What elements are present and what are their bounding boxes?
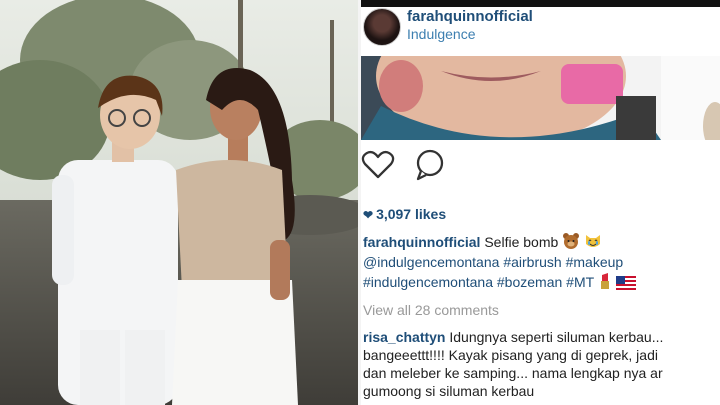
comment-text-4: gumoong si siluman kerbau <box>363 383 535 399</box>
comment-text-2: bangeeettt!!!! Kayak pisang yang di gepr… <box>363 347 658 363</box>
post-location[interactable]: Indulgence <box>407 26 476 42</box>
avatar[interactable] <box>363 8 401 46</box>
view-all-comments[interactable]: View all 28 comments <box>363 302 499 318</box>
lipstick-emoji <box>600 273 609 289</box>
likes-text: 3,097 likes <box>376 206 447 222</box>
instagram-post: farahquinnofficial Indulgence ❤ 3,097 li… <box>361 0 720 405</box>
caption-username[interactable]: farahquinnofficial <box>363 234 480 250</box>
hashtag-airbrush[interactable]: #airbrush <box>503 254 561 270</box>
comment-text-3: dan meleber ke samping... nama lengkap n… <box>363 365 663 381</box>
cat-emoji <box>586 235 601 247</box>
action-bar <box>361 148 720 182</box>
heart-filled-icon: ❤ <box>363 208 374 222</box>
post-username[interactable]: farahquinnofficial <box>407 8 533 25</box>
caption-text: Selfie bomb <box>480 234 563 250</box>
comment-button[interactable] <box>413 148 447 182</box>
comment: risa_chattyn Idungnya seperti siluman ke… <box>363 328 720 400</box>
likes-count[interactable]: ❤ 3,097 likes <box>363 206 446 222</box>
bear-emoji <box>563 233 580 249</box>
post-photo-left <box>0 0 358 405</box>
comment-line-1: risa_chattyn Idungnya seperti siluman ke… <box>363 328 720 346</box>
comment-icon <box>416 149 444 181</box>
post-image[interactable] <box>361 56 720 140</box>
us-flag-emoji <box>615 276 636 290</box>
hashtag-makeup[interactable]: #makeup <box>566 254 624 270</box>
hashtag-bozeman[interactable]: #bozeman <box>497 274 562 290</box>
comment-username[interactable]: risa_chattyn <box>363 329 445 345</box>
caption: farahquinnofficial Selfie bomb @indulgen… <box>363 232 719 292</box>
hashtag-indulgencemontana[interactable]: #indulgencemontana <box>363 274 493 290</box>
hashtag-mt[interactable]: #MT <box>566 274 594 290</box>
beach-scene <box>0 0 358 405</box>
top-bar <box>361 0 720 7</box>
heart-outline-icon <box>361 150 395 179</box>
comment-text-1: Idungnya seperti siluman kerbau... <box>445 329 664 345</box>
hashtag-mention[interactable]: @indulgencemontana <box>363 254 499 270</box>
selfie-crop <box>361 56 720 140</box>
like-button[interactable] <box>361 148 395 182</box>
